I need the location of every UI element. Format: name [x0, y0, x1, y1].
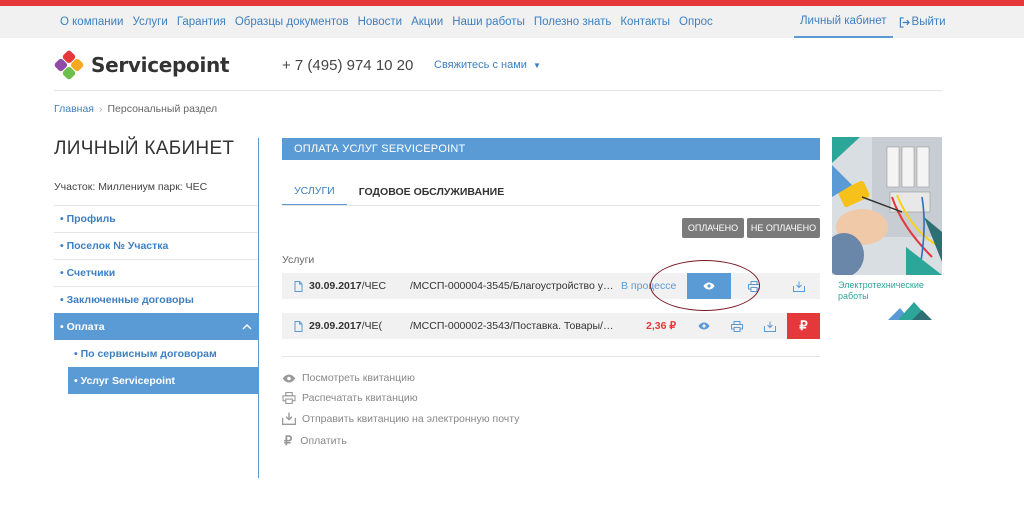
- row-description: /МССП-000004-3545/Благоустройство уча...: [410, 280, 618, 292]
- ruble-icon: ₽: [284, 433, 293, 448]
- view-receipt-button[interactable]: [687, 313, 720, 339]
- document-icon: [294, 280, 303, 292]
- logo-mark-icon: [54, 50, 84, 80]
- legend-divider: [282, 356, 820, 357]
- ad-mountain-logo-icon: [888, 302, 932, 320]
- email-download-icon: [792, 281, 805, 292]
- row-date: 29.09.2017: [309, 320, 362, 332]
- site-logo[interactable]: Servicepoint: [54, 50, 230, 80]
- nav-link-news[interactable]: Новости: [358, 16, 403, 28]
- services-label: Услуги: [282, 254, 315, 266]
- sidebar-item-plot[interactable]: • Поселок № Участка: [54, 232, 258, 259]
- row-code: /ЧЕ(: [361, 320, 382, 332]
- legend-view-label: Посмотреть квитанцию: [302, 372, 415, 384]
- eye-icon: [282, 374, 296, 382]
- email-receipt-button[interactable]: [782, 273, 815, 299]
- page-title: ЛИЧНЫЙ КАБИНЕТ: [54, 138, 235, 159]
- ruble-icon: ₽: [799, 318, 808, 333]
- logout-link[interactable]: Выйти: [899, 6, 946, 38]
- nav-link-services[interactable]: Услуги: [132, 16, 167, 28]
- email-receipt-button[interactable]: [753, 313, 786, 339]
- phone-number: + 7 (495) 974 10 20: [282, 57, 414, 74]
- nav-link-useful[interactable]: Полезно знать: [534, 16, 612, 28]
- nav-user: Личный кабинет Выйти: [794, 6, 946, 38]
- contact-dropdown[interactable]: Свяжитесь с нами ▼: [434, 59, 541, 71]
- nav-link-about[interactable]: О компании: [60, 16, 123, 28]
- sidebar-divider: [258, 138, 259, 478]
- legend-print: Распечатать квитанцию: [282, 392, 418, 404]
- logout-icon: [899, 16, 910, 28]
- sidebar-item-profile[interactable]: • Профиль: [54, 205, 258, 232]
- table-row[interactable]: 29.09.2017/ЧЕ( /МССП-000002-3543/Поставк…: [282, 313, 820, 339]
- nav-link-contacts[interactable]: Контакты: [620, 16, 670, 28]
- nav-link-documents[interactable]: Образцы документов: [235, 16, 349, 28]
- nav-link-promos[interactable]: Акции: [411, 16, 443, 28]
- breadcrumb-home[interactable]: Главная: [54, 103, 94, 115]
- legend-view: Посмотреть квитанцию: [282, 372, 415, 384]
- row-description: /МССП-000002-3543/Поставка. Товары/услуг…: [410, 320, 618, 332]
- legend-pay-label: Оплатить: [300, 435, 347, 447]
- sidebar-menu: • Профиль • Поселок № Участка • Счетчики…: [54, 205, 258, 394]
- nav-links: О компании Услуги Гарантия Образцы докум…: [60, 6, 722, 38]
- nav-link-works[interactable]: Наши работы: [452, 16, 525, 28]
- printer-icon: [730, 320, 743, 332]
- plot-info: Участок: Миллениум парк: ЧЕС: [54, 181, 208, 193]
- pay-button[interactable]: ₽: [787, 313, 820, 339]
- nav-link-warranty[interactable]: Гарантия: [177, 16, 226, 28]
- header-divider: [54, 90, 942, 91]
- row-code: /ЧЕС-: [361, 280, 386, 292]
- sidebar-item-payment[interactable]: • Оплата: [54, 313, 258, 340]
- tabs: УСЛУГИ ГОДОВОЕ ОБСЛУЖИВАНИЕ: [282, 178, 516, 206]
- sidebar-item-meters[interactable]: • Счетчики: [54, 259, 258, 286]
- nav-link-poll[interactable]: Опрос: [679, 16, 713, 28]
- sidebar-subitem-servicepoint[interactable]: • Услуг Servicepoint: [68, 367, 258, 394]
- sidebar-subitem-service-contracts[interactable]: • По сервисным договорам: [68, 340, 258, 367]
- eye-icon: [698, 322, 709, 330]
- nav-cabinet-link[interactable]: Личный кабинет: [794, 6, 893, 38]
- filter-unpaid-button[interactable]: НЕ ОПЛАЧЕНО: [747, 218, 820, 238]
- printer-icon: [282, 392, 296, 404]
- logout-label: Выйти: [911, 16, 946, 28]
- tab-services[interactable]: УСЛУГИ: [282, 178, 347, 206]
- breadcrumb: Главная › Персональный раздел: [54, 103, 217, 115]
- legend-email-label: Отправить квитанцию на электронную почту: [302, 412, 520, 425]
- document-icon: [294, 320, 303, 332]
- contact-label: Свяжитесь с нами: [434, 59, 527, 71]
- ad-banner[interactable]: Электротехнические работы: [832, 137, 942, 324]
- top-nav: О компании Услуги Гарантия Образцы докум…: [0, 6, 1024, 38]
- electrician-photo: [832, 137, 942, 275]
- print-receipt-button[interactable]: [720, 313, 753, 339]
- breadcrumb-separator-icon: ›: [98, 103, 103, 115]
- legend-email: Отправить квитанцию на электронную почту: [282, 412, 519, 425]
- breadcrumb-current: Персональный раздел: [107, 103, 218, 115]
- highlight-annotation: [650, 260, 760, 311]
- legend-pay: ₽ Оплатить: [282, 433, 347, 449]
- logo-text: Servicepoint: [91, 53, 230, 77]
- sidebar-item-contracts[interactable]: • Заключенные договоры: [54, 286, 258, 313]
- caret-down-icon: ▼: [532, 61, 541, 70]
- chevron-up-icon: [242, 323, 252, 329]
- row-date: 30.09.2017: [309, 280, 362, 292]
- email-download-icon: [763, 321, 776, 332]
- legend-print-label: Распечатать квитанцию: [302, 392, 418, 404]
- ad-caption-line1: Электротехнические: [838, 280, 924, 290]
- tab-annual-service[interactable]: ГОДОВОЕ ОБСЛУЖИВАНИЕ: [347, 178, 517, 206]
- sidebar-item-payment-label: • Оплата: [60, 320, 105, 333]
- row-amount: 2,36 ₽: [646, 320, 677, 332]
- panel-heading: ОПЛАТА УСЛУГ SERVICEPOINT: [282, 138, 820, 160]
- filter-paid-button[interactable]: ОПЛАЧЕНО: [682, 218, 744, 238]
- email-download-icon: [282, 412, 296, 425]
- tabs-divider: [282, 205, 820, 206]
